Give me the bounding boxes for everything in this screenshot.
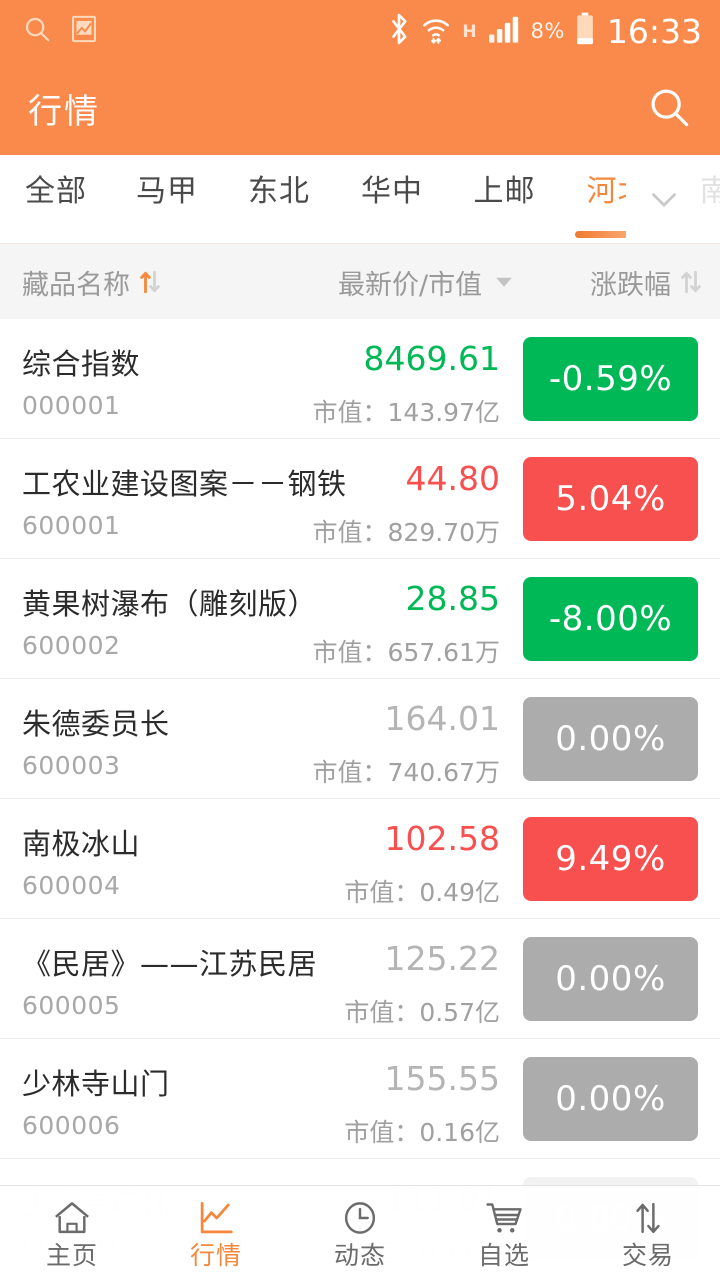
- nav-label: 主页: [46, 1243, 98, 1268]
- table-row[interactable]: 朱德委员长 600003 164.01 市值：740.67万 0.00%: [0, 679, 720, 799]
- column-header-row: 藏品名称 最新价/市值 涨跌幅: [0, 244, 720, 320]
- nav-item-watchlist[interactable]: 自选: [432, 1198, 576, 1268]
- caret-down-icon: [492, 270, 516, 294]
- table-row[interactable]: 工农业建设图案－－钢铁 600001 44.80 市值：829.70万 5.04…: [0, 439, 720, 559]
- nav-item-market[interactable]: 行情: [144, 1198, 288, 1268]
- category-tab-strip[interactable]: 全部 马甲 东北 华中 上邮 河北 南南: [0, 155, 720, 244]
- status-badge: -8.00%: [523, 577, 698, 661]
- collection-list[interactable]: 综合指数 000001 8469.61 市值：143.97亿 -0.59% 工农…: [0, 319, 720, 1280]
- column-header-price-label: 最新价/市值: [338, 263, 482, 302]
- column-header-price[interactable]: 最新价/市值: [338, 263, 516, 302]
- tab-label: 南南: [700, 177, 720, 207]
- battery-icon: [575, 12, 595, 50]
- status-bar-left: [22, 14, 98, 48]
- row-name: 黄果树瀑布（雕刻版）: [22, 581, 317, 623]
- column-header-change-label: 涨跌幅: [590, 263, 671, 302]
- tab-label: 上邮: [474, 177, 536, 207]
- row-name: 《民居》——江苏民居: [22, 941, 317, 983]
- table-row[interactable]: 少林寺山门 600006 155.55 市值：0.16亿 0.00%: [0, 1039, 720, 1159]
- row-code: 600005: [22, 991, 120, 1020]
- cart-icon: [483, 1198, 525, 1238]
- tab-0[interactable]: 全部: [0, 155, 112, 243]
- row-name: 南极冰山: [22, 821, 140, 863]
- screenshot-icon: [70, 14, 98, 48]
- row-market-cap: 市值：829.70万: [313, 513, 500, 549]
- row-name: 综合指数: [22, 341, 140, 383]
- nav-item-trade[interactable]: 交易: [576, 1198, 720, 1268]
- battery-percent-label: 8%: [531, 19, 565, 43]
- nav-item-activity[interactable]: 动态: [288, 1198, 432, 1268]
- row-market-cap: 市值：0.57亿: [344, 993, 500, 1029]
- status-badge: 5.04%: [523, 457, 698, 541]
- chart-line-icon: [196, 1198, 236, 1238]
- status-badge: 0.00%: [523, 1057, 698, 1141]
- row-price: 125.22: [385, 939, 500, 978]
- signal-bars-icon: [487, 14, 521, 48]
- nav-label: 自选: [478, 1243, 530, 1268]
- row-code: 600004: [22, 871, 120, 900]
- status-bar-right: H 8% 16:33: [388, 12, 702, 50]
- bottom-navigation-bar: 主页 行情 动态 自选: [0, 1185, 720, 1280]
- row-market-cap: 市值：143.97亿: [313, 393, 500, 429]
- column-header-name[interactable]: 藏品名称: [22, 263, 163, 302]
- tab-4[interactable]: 上邮: [448, 155, 561, 243]
- column-header-change[interactable]: 涨跌幅: [590, 263, 704, 302]
- row-price: 8469.61: [364, 339, 500, 378]
- status-badge: 0.00%: [523, 937, 698, 1021]
- tab-2[interactable]: 东北: [222, 155, 336, 243]
- tab-3[interactable]: 华中: [336, 155, 448, 243]
- row-name: 工农业建设图案－－钢铁: [22, 461, 347, 503]
- row-market-cap: 市值：740.67万: [313, 753, 500, 789]
- status-badge: 9.49%: [523, 817, 698, 901]
- nav-label: 交易: [622, 1243, 674, 1268]
- network-type-label: H: [462, 22, 476, 42]
- table-row[interactable]: 综合指数 000001 8469.61 市值：143.97亿 -0.59%: [0, 319, 720, 439]
- column-header-name-label: 藏品名称: [22, 263, 130, 302]
- row-price: 102.58: [385, 819, 500, 858]
- row-market-cap: 市值：0.49亿: [344, 873, 500, 909]
- row-name: 朱德委员长: [22, 701, 170, 743]
- row-market-cap: 市值：0.16亿: [344, 1113, 500, 1149]
- page-title: 行情: [28, 84, 100, 133]
- search-icon: [22, 14, 52, 48]
- status-badge: 0.00%: [523, 697, 698, 781]
- home-icon: [52, 1198, 92, 1238]
- wifi-icon: [420, 13, 452, 49]
- tab-1[interactable]: 马甲: [112, 155, 222, 243]
- nav-label: 行情: [190, 1243, 242, 1268]
- row-price: 44.80: [406, 459, 500, 498]
- row-code: 600002: [22, 631, 120, 660]
- row-code: 600003: [22, 751, 120, 780]
- tab-label: 东北: [248, 177, 310, 207]
- nav-label: 动态: [334, 1243, 386, 1268]
- status-badge: -0.59%: [523, 337, 698, 421]
- app-bar: 行情: [0, 62, 720, 155]
- row-price: 164.01: [385, 699, 500, 738]
- row-code: 600001: [22, 511, 120, 540]
- row-code: 000001: [22, 391, 120, 420]
- table-row[interactable]: 《民居》——江苏民居 600005 125.22 市值：0.57亿 0.00%: [0, 919, 720, 1039]
- row-name: 少林寺山门: [22, 1061, 170, 1103]
- sort-updown-icon: [137, 267, 163, 297]
- tab-label: 马甲: [136, 177, 198, 207]
- tabs-dropdown-button[interactable]: [626, 155, 702, 243]
- nav-item-home[interactable]: 主页: [0, 1198, 144, 1268]
- status-bar: H 8% 16:33: [0, 0, 720, 62]
- bluetooth-icon: [388, 12, 410, 50]
- row-code: 600006: [22, 1111, 120, 1140]
- chevron-down-icon: [643, 178, 685, 220]
- clock-label: 16:33: [607, 15, 702, 48]
- tab-label: 华中: [361, 177, 423, 207]
- row-price: 155.55: [385, 1059, 500, 1098]
- row-market-cap: 市值：657.61万: [313, 633, 500, 669]
- exchange-arrows-icon: [628, 1198, 668, 1238]
- tab-label: 全部: [25, 177, 87, 207]
- table-row[interactable]: 黄果树瀑布（雕刻版） 600002 28.85 市值：657.61万 -8.00…: [0, 559, 720, 679]
- search-icon[interactable]: [646, 84, 692, 134]
- sort-updown-icon: [678, 267, 704, 297]
- clock-icon: [340, 1198, 380, 1238]
- table-row[interactable]: 南极冰山 600004 102.58 市值：0.49亿 9.49%: [0, 799, 720, 919]
- row-price: 28.85: [406, 579, 500, 618]
